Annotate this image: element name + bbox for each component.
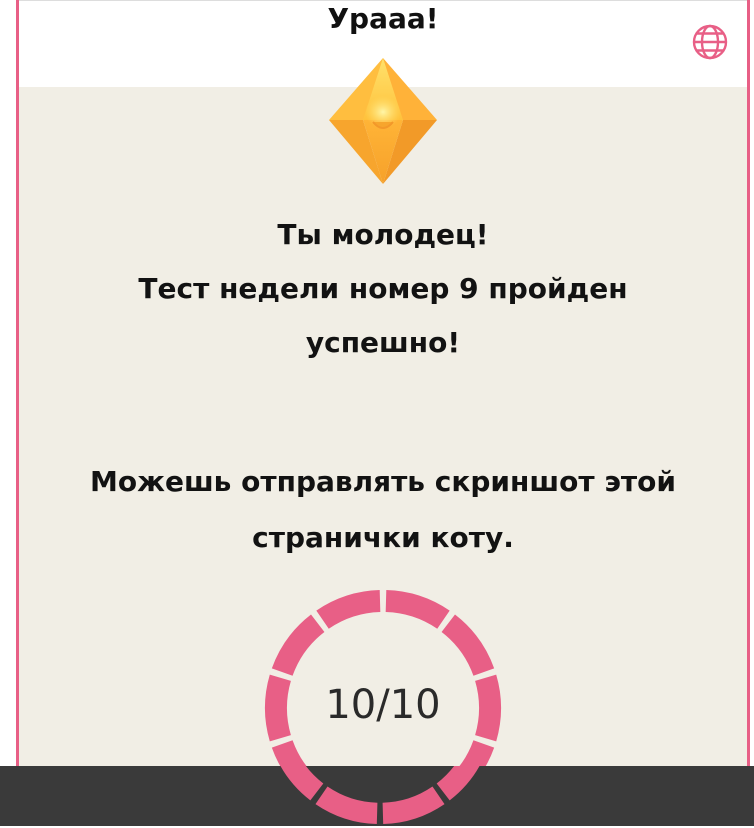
message-line: Тест недели номер 9 пройден (138, 272, 628, 305)
result-card: Урааа! Ты молодец! Тест недели номер 9 п… (16, 0, 750, 826)
score-ring-segment (441, 614, 495, 676)
score-ring-segment (316, 590, 381, 629)
score-ring-segment (436, 766, 480, 801)
score-ring-segment (385, 590, 450, 629)
score-ring-segment (280, 766, 324, 801)
screenshot-instruction: Можешь отправлять скриншот этой страничк… (19, 454, 747, 566)
score-value: 10/10 (325, 682, 441, 728)
globe-icon[interactable] (690, 22, 730, 62)
score-ring-segment (315, 786, 378, 825)
diamond-gem-icon (329, 58, 437, 184)
score-ring-segment (382, 786, 445, 825)
score-ring-segment (271, 614, 325, 676)
page-title: Урааа! (327, 2, 439, 35)
score-progress-ring-overlap (280, 766, 480, 825)
message-line: успешно! (305, 326, 461, 359)
instruction-line: странички коту. (252, 521, 514, 554)
success-message: Ты молодец! Тест недели номер 9 пройден … (19, 208, 747, 370)
message-line: Ты молодец! (277, 218, 489, 251)
instruction-line: Можешь отправлять скриншот этой (89, 465, 677, 498)
